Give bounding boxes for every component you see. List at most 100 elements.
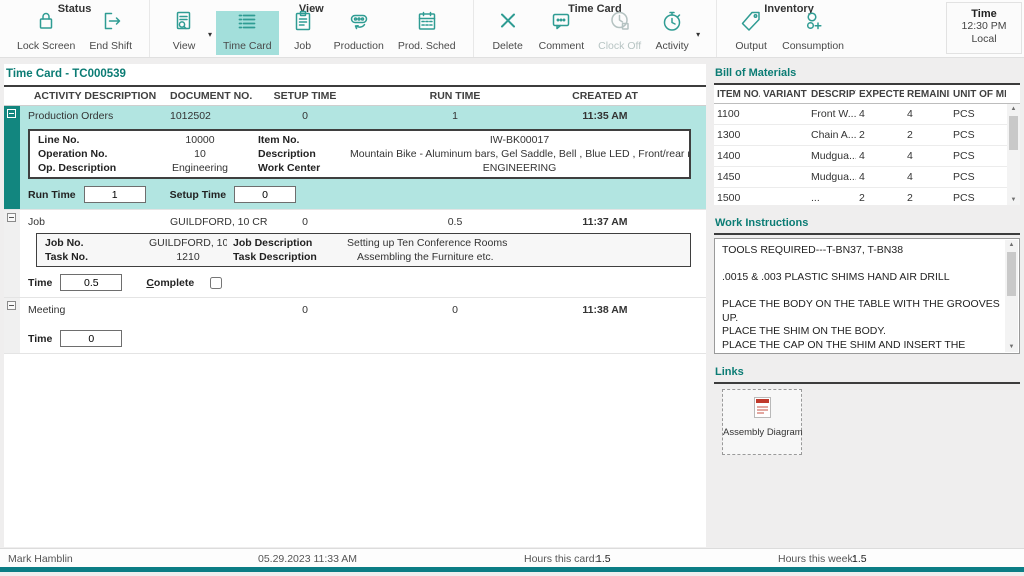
time-label: Time [28, 333, 52, 345]
setup-time-cell: 0 [260, 304, 350, 316]
work-instructions-box[interactable]: TOOLS REQUIRED---T-BN37, T-BN38 .0015 & … [714, 238, 1020, 354]
column-header-activity[interactable]: ACTIVITY DESCRIPTION [20, 90, 170, 102]
ribbon-item-label: Job [294, 40, 311, 52]
work-instructions-scrollbar[interactable]: ▲ ▼ [1005, 240, 1018, 352]
output-button[interactable]: Output [727, 11, 775, 55]
run-time-input[interactable] [84, 186, 146, 203]
hours-week-value: 1.5 [852, 553, 867, 565]
ribbon-group-timecard: Time Card Delete Comment Clock Off ▾ Act… [474, 0, 718, 57]
work-instructions-divider [714, 233, 1020, 235]
activity-button[interactable]: ▾ Activity [648, 11, 696, 55]
document-cell: 1012502 [170, 110, 260, 122]
scroll-down-icon[interactable]: ▼ [1011, 195, 1017, 205]
task-no-value: 1210 [149, 250, 227, 264]
chevron-down-icon: ▾ [696, 30, 700, 39]
column-header-document[interactable]: DOCUMENT NO. [170, 90, 260, 102]
lock-icon [34, 9, 58, 38]
created-at-cell: 11:35 AM [560, 110, 650, 122]
created-at-cell: 11:38 AM [560, 304, 650, 316]
time-title: Time [947, 8, 1021, 20]
ribbon: Status Lock Screen End Shift View ▾ View… [0, 0, 1024, 58]
bom-col-remaining[interactable]: REMAINING [904, 89, 950, 100]
time-card-panel: Time Card - TC000539 ACTIVITY DESCRIPTIO… [4, 64, 706, 547]
bom-col-expected[interactable]: EXPECTED [856, 89, 904, 100]
table-row-production-orders[interactable]: Production Orders 1012502 0 1 11:35 AM L… [4, 106, 706, 210]
consumption-icon [801, 9, 825, 38]
production-button[interactable]: Production [327, 11, 391, 55]
assembly-diagram-link[interactable]: Assembly Diagram [722, 389, 802, 455]
time-input[interactable] [60, 330, 122, 347]
pdf-document-icon [754, 397, 771, 418]
calendar-icon [415, 9, 439, 38]
clock-icon [608, 9, 632, 38]
item-no-value: IW-BK00017 [350, 133, 689, 147]
scrollbar-thumb[interactable] [1007, 252, 1016, 296]
consumption-button[interactable]: Consumption [775, 11, 851, 55]
setup-time-input[interactable] [234, 186, 296, 203]
job-no-value: GUILDFORD, 10 CR [149, 236, 227, 250]
operation-no-label: Operation No. [30, 147, 160, 161]
activity-cell: Production Orders [20, 110, 170, 122]
collapse-icon[interactable] [7, 213, 16, 222]
side-panel: Bill of Materials ITEM NO. VARIANT DESCR… [714, 64, 1020, 547]
ribbon-item-label: Time Card [223, 40, 272, 52]
hours-card-label: Hours this card: [524, 553, 598, 565]
prod-sched-button[interactable]: Prod. Sched [391, 11, 463, 55]
setup-time-cell: 0 [260, 110, 350, 122]
task-description-label: Task Description [227, 250, 337, 264]
bom-col-item[interactable]: ITEM NO. [714, 89, 760, 100]
bom-row[interactable]: 1450 Mudgua... 4 4 PCS [714, 167, 1020, 188]
column-header-run[interactable]: RUN TIME [350, 90, 560, 102]
complete-checkbox[interactable] [210, 277, 222, 289]
comment-button[interactable]: Comment [532, 11, 592, 55]
task-description-value: Assembling the Furniture etc. [337, 250, 690, 264]
time-card-button[interactable]: Time Card [216, 11, 279, 55]
scroll-up-icon[interactable]: ▲ [1009, 240, 1015, 250]
line-no-value: 10000 [160, 133, 240, 147]
table-row-meeting[interactable]: Meeting 0 0 11:38 AM Time [4, 298, 706, 354]
bom-row[interactable]: 1300 Chain A... 2 2 PCS [714, 125, 1020, 146]
ribbon-item-label: Output [735, 40, 767, 52]
scroll-down-icon[interactable]: ▼ [1009, 342, 1015, 352]
line-no-label: Line No. [30, 133, 160, 147]
collapse-icon[interactable] [7, 109, 16, 118]
ribbon-item-label: Lock Screen [17, 40, 75, 52]
scrollbar-thumb[interactable] [1009, 116, 1018, 150]
scroll-up-icon[interactable]: ▲ [1011, 104, 1017, 114]
clock-off-button: Clock Off [591, 11, 648, 55]
bom-row[interactable]: 1400 Mudgua... 4 4 PCS [714, 146, 1020, 167]
description-value: Mountain Bike - Aluminum bars, Gel Saddl… [350, 147, 689, 161]
hours-week-label: Hours this week: [778, 553, 856, 565]
run-time-cell: 0 [350, 304, 560, 316]
ribbon-group-view: View ▾ View Time Card Job Production Pro… [150, 0, 474, 57]
bom-col-description[interactable]: DESCRIPTION [808, 89, 856, 100]
time-card-table-header: ACTIVITY DESCRIPTION DOCUMENT NO. SETUP … [4, 87, 706, 106]
bom-scrollbar[interactable]: ▲ ▼ [1007, 104, 1020, 205]
chevron-down-icon: ▾ [208, 30, 212, 39]
work-center-value: ENGINEERING [350, 161, 689, 175]
job-detail-card: Job No. GUILDFORD, 10 CR Job Description… [36, 233, 691, 267]
hours-card-value: 1.5 [596, 553, 611, 565]
delete-button[interactable]: Delete [484, 11, 532, 55]
time-label: Time [28, 277, 52, 289]
view-button[interactable]: ▾ View [160, 11, 208, 55]
setup-time-label: Setup Time [170, 189, 226, 201]
bom-col-uom[interactable]: UNIT OF MEASURE [950, 89, 1006, 100]
lock-screen-button[interactable]: Lock Screen [10, 11, 82, 55]
link-label: Assembly Diagram [723, 427, 801, 438]
comment-bubble-icon [549, 9, 573, 38]
end-shift-button[interactable]: End Shift [82, 11, 139, 55]
collapse-icon[interactable] [7, 301, 16, 310]
job-button[interactable]: Job [279, 11, 327, 55]
ribbon-item-label: Production [334, 40, 384, 52]
bom-row[interactable]: 1100 Front W... 4 4 PCS [714, 104, 1020, 125]
column-header-setup[interactable]: SETUP TIME [260, 90, 350, 102]
job-description-label: Job Description [227, 236, 337, 250]
bom-row[interactable]: 1500 ... 2 2 PCS [714, 188, 1020, 205]
time-input[interactable] [60, 274, 122, 291]
table-row-job[interactable]: Job GUILDFORD, 10 CR 0 0.5 11:37 AM Job … [4, 210, 706, 298]
bom-title: Bill of Materials [714, 64, 1020, 83]
time-card-title: Time Card - TC000539 [4, 64, 706, 85]
column-header-created[interactable]: CREATED AT [560, 90, 650, 102]
bom-col-variant[interactable]: VARIANT [760, 89, 808, 100]
